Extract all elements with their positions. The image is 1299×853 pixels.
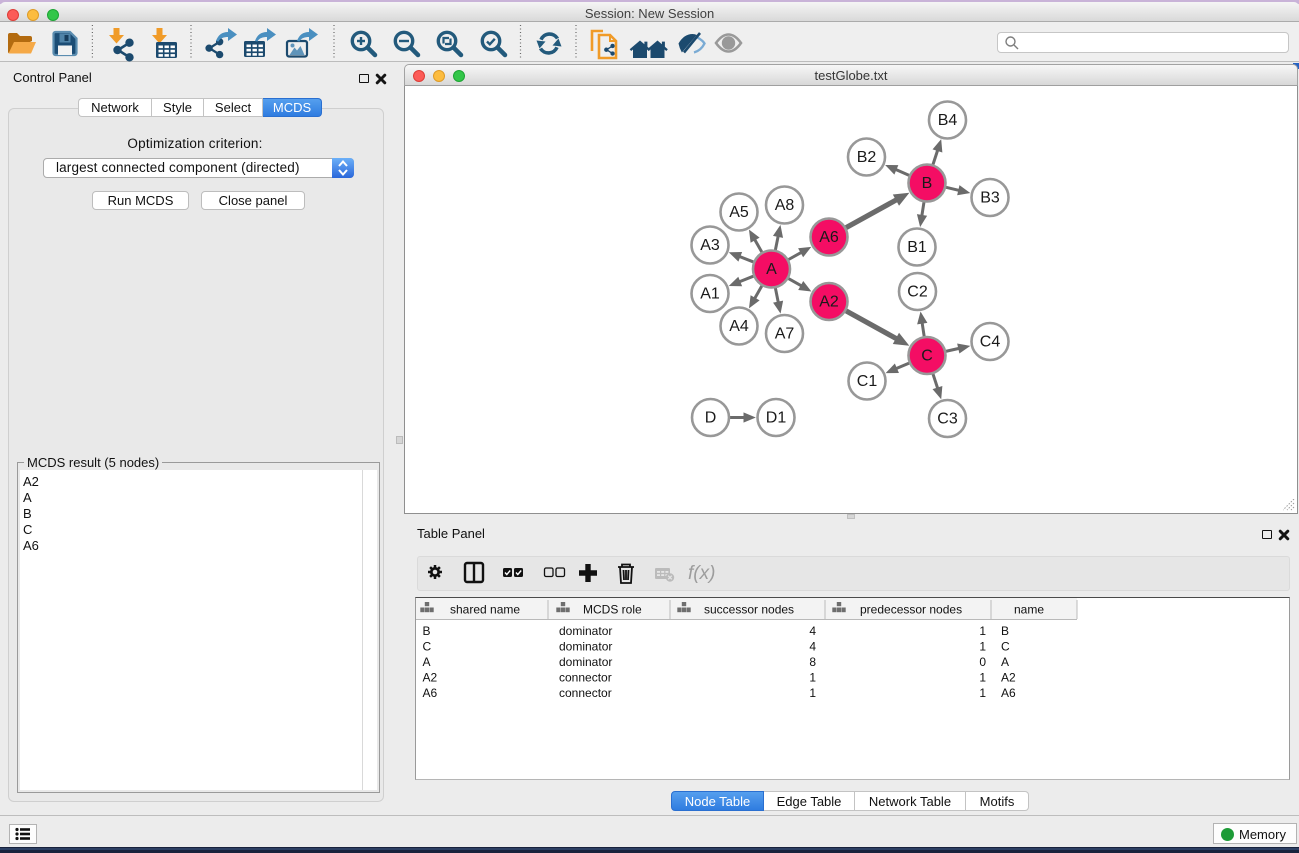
svg-text:B2: B2 <box>857 149 877 166</box>
svg-text:D: D <box>705 410 717 427</box>
svg-text:B: B <box>423 624 431 638</box>
svg-text:A2: A2 <box>819 294 839 311</box>
svg-text:A: A <box>423 655 431 669</box>
svg-text:f(x): f(x) <box>688 563 715 584</box>
svg-text:0: 0 <box>979 655 986 669</box>
svg-text:D1: D1 <box>766 410 787 427</box>
svg-text:B1: B1 <box>907 239 927 256</box>
svg-text:A6: A6 <box>819 229 839 246</box>
svg-text:4: 4 <box>809 640 816 654</box>
svg-text:A4: A4 <box>729 318 749 335</box>
svg-text:C4: C4 <box>980 334 1001 351</box>
svg-text:C: C <box>921 348 933 365</box>
svg-text:4: 4 <box>809 624 816 638</box>
svg-text:B: B <box>922 175 933 192</box>
svg-text:1: 1 <box>979 671 986 685</box>
svg-text:predecessor nodes: predecessor nodes <box>860 603 962 617</box>
svg-text:MCDS role: MCDS role <box>583 603 642 617</box>
svg-text:A: A <box>766 261 777 278</box>
svg-text:1: 1 <box>979 624 986 638</box>
svg-text:B: B <box>1001 624 1009 638</box>
svg-text:A8: A8 <box>775 197 795 214</box>
svg-text:connector: connector <box>559 671 612 685</box>
svg-text:dominator: dominator <box>559 624 612 638</box>
svg-text:A3: A3 <box>700 237 720 254</box>
svg-text:connector: connector <box>559 686 612 700</box>
svg-text:B3: B3 <box>980 190 1000 207</box>
svg-text:C3: C3 <box>937 411 958 428</box>
svg-text:A: A <box>1001 655 1009 669</box>
svg-text:A6: A6 <box>423 686 438 700</box>
svg-text:A2: A2 <box>423 671 438 685</box>
svg-text:dominator: dominator <box>559 640 612 654</box>
svg-text:8: 8 <box>809 655 816 669</box>
svg-text:A5: A5 <box>729 204 749 221</box>
svg-text:C: C <box>423 640 432 654</box>
svg-text:successor nodes: successor nodes <box>704 603 794 617</box>
svg-text:1: 1 <box>979 640 986 654</box>
svg-text:A1: A1 <box>700 286 720 303</box>
svg-text:A7: A7 <box>775 326 795 343</box>
svg-text:name: name <box>1014 603 1044 617</box>
svg-text:1: 1 <box>809 686 816 700</box>
svg-text:C2: C2 <box>907 284 928 301</box>
svg-text:A2: A2 <box>1001 671 1016 685</box>
svg-text:A6: A6 <box>1001 686 1016 700</box>
svg-text:shared name: shared name <box>450 603 520 617</box>
svg-text:1: 1 <box>809 671 816 685</box>
svg-text:B4: B4 <box>938 112 958 129</box>
svg-text:1: 1 <box>979 686 986 700</box>
svg-text:C1: C1 <box>857 373 878 390</box>
svg-text:C: C <box>1001 640 1010 654</box>
svg-text:dominator: dominator <box>559 655 612 669</box>
